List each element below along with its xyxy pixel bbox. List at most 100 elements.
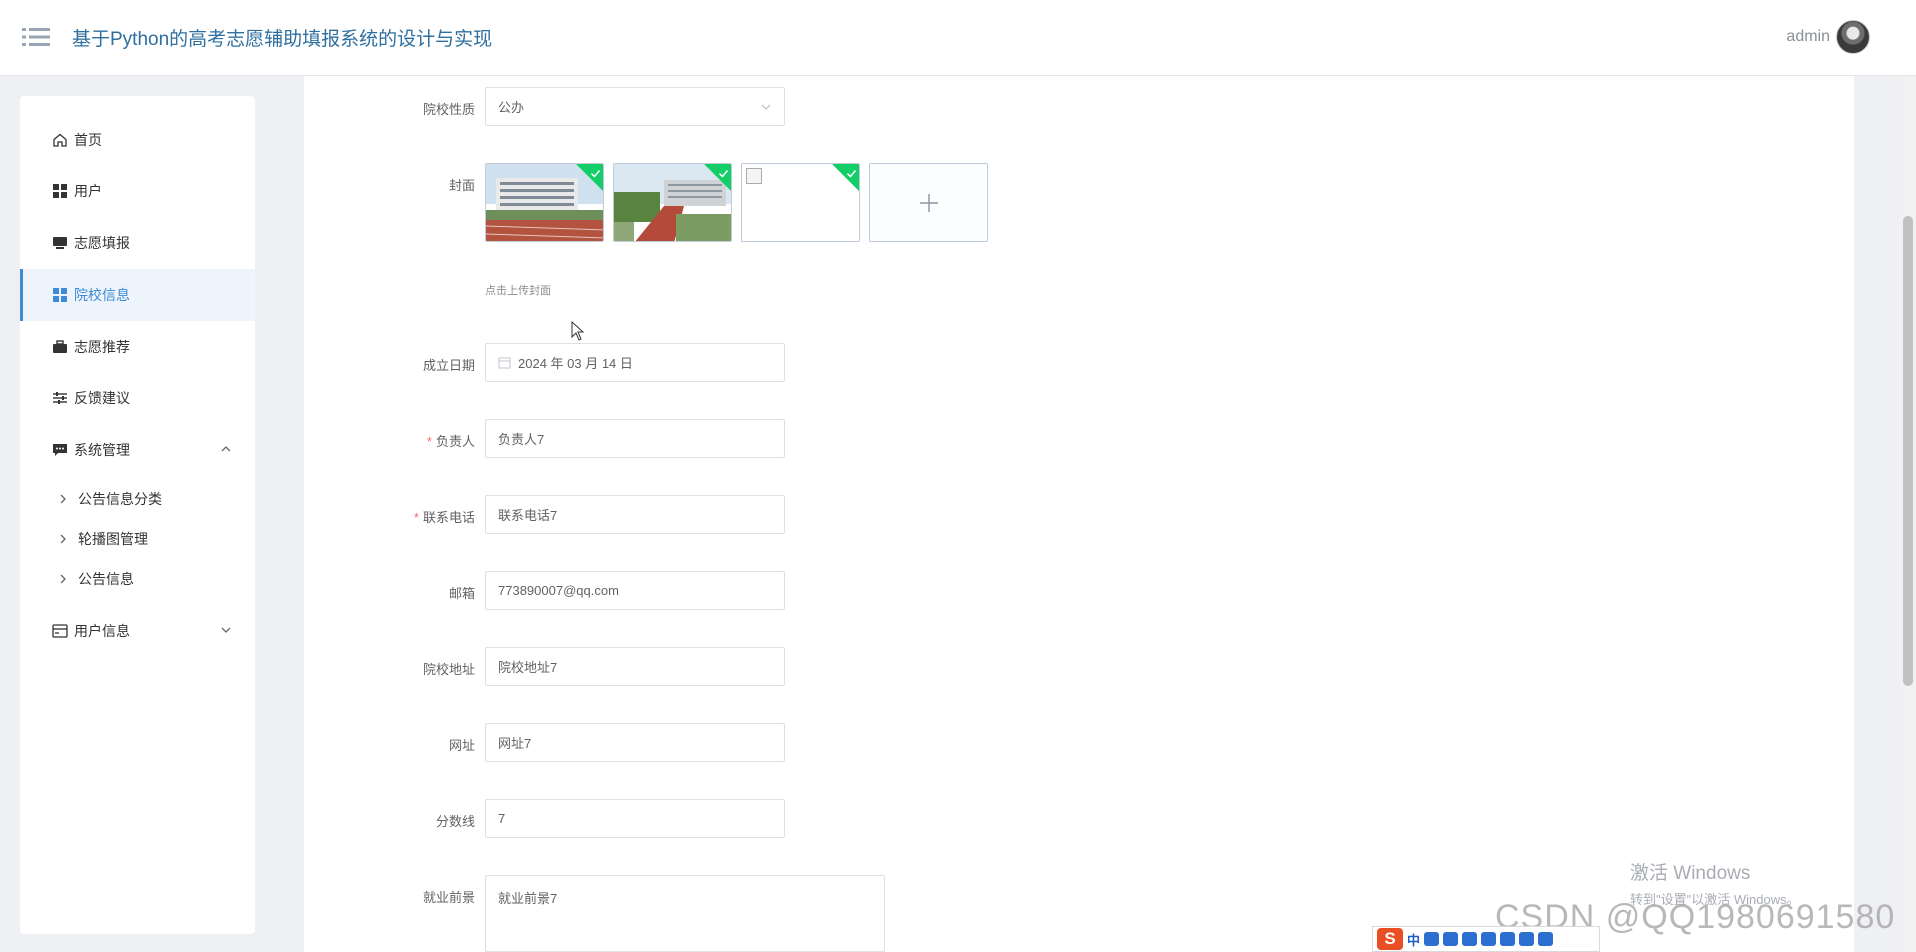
sidebar-item-home[interactable]: 首页	[20, 114, 255, 166]
upload-success-corner	[832, 164, 859, 193]
address-value: 院校地址7	[498, 660, 558, 675]
page-scrollbar[interactable]	[1900, 76, 1916, 952]
chevron-right-icon	[60, 494, 66, 504]
cover-upload-button[interactable]	[869, 163, 988, 242]
cover-image-2[interactable]	[613, 163, 732, 242]
settings-icon[interactable]	[1538, 932, 1554, 946]
menu-toggle-icon[interactable]	[22, 26, 50, 48]
score-input[interactable]: 7	[485, 799, 785, 838]
address-input[interactable]: 院校地址7	[485, 647, 785, 686]
sidebar-item-label: 院校信息	[74, 287, 130, 303]
monitor-icon	[52, 235, 68, 251]
leader-input[interactable]: 负责人7	[485, 419, 785, 458]
sidebar-item-college-info[interactable]: 院校信息	[20, 269, 255, 321]
cover-photo-2	[614, 164, 731, 241]
sidebar-item-label: 系统管理	[74, 442, 130, 458]
skin-icon[interactable]	[1481, 932, 1497, 946]
sidebar-subitem-notice[interactable]: 公告信息	[20, 559, 255, 599]
required-mark: *	[426, 434, 432, 449]
sidebar-item-application[interactable]: 志愿填报	[20, 217, 255, 269]
app-title: 基于Python的高考志愿辅助填报系统的设计与实现	[72, 29, 493, 50]
ime-language-toggle[interactable]: 中	[1407, 930, 1420, 949]
phone-input[interactable]: 联系电话7	[485, 495, 785, 534]
cover-image-3-broken[interactable]	[741, 163, 860, 242]
email-label: 邮箱	[448, 586, 475, 601]
chat-icon	[52, 442, 68, 458]
cover-label: 封面	[448, 178, 475, 193]
sidebar-item-recommend[interactable]: 志愿推荐	[20, 321, 255, 373]
user-avatar[interactable]	[1836, 20, 1870, 54]
card-icon	[52, 623, 68, 639]
site-input[interactable]: 网址7	[485, 723, 785, 762]
address-label: 院校地址	[422, 662, 475, 677]
top-header: 基于Python的高考志愿辅助填报系统的设计与实现 admin	[0, 0, 1916, 76]
toolbox-icon[interactable]	[1519, 932, 1535, 946]
scrollbar-thumb[interactable]	[1903, 216, 1913, 686]
prospect-label: 就业前景	[422, 890, 475, 905]
score-value: 7	[498, 811, 506, 826]
sidebar-item-user-info[interactable]: 用户信息	[20, 605, 255, 657]
chevron-right-icon	[60, 574, 66, 584]
chevron-down-icon	[761, 104, 771, 110]
sidebar-subitem-label: 公告信息分类	[78, 491, 162, 507]
score-label: 分数线	[435, 814, 475, 829]
ime-toolbar[interactable]: S 中	[1372, 926, 1600, 952]
phone-value: 联系电话7	[498, 508, 558, 523]
nature-value: 公办	[498, 100, 525, 115]
grid-icon	[52, 183, 68, 199]
microphone-icon[interactable]	[1443, 932, 1459, 946]
user-name[interactable]: admin	[1786, 28, 1830, 46]
sidebar-subitem-label: 轮播图管理	[78, 531, 148, 547]
sidebar-item-label: 反馈建议	[74, 390, 130, 406]
email-input[interactable]: 773890007@qq.com	[485, 571, 785, 610]
mouse-cursor-icon	[571, 321, 585, 341]
prospect-textarea[interactable]: 就业前景7	[485, 875, 885, 952]
broken-image-icon	[746, 168, 762, 184]
check-icon	[590, 170, 601, 178]
plus-icon	[919, 193, 938, 212]
cover-image-1[interactable]	[485, 163, 604, 242]
required-mark: *	[413, 510, 419, 525]
sidebar: 首页 用户 志愿填报 院校信息 志愿推荐 反馈建议 系统管理 公告信息分类 轮播…	[20, 96, 255, 934]
grid-icon	[52, 287, 68, 303]
windows-activation-title: 激活 Windows	[1630, 863, 1751, 884]
sidebar-item-label: 用户	[74, 183, 102, 199]
check-icon	[846, 170, 857, 178]
sidebar-item-users[interactable]: 用户	[20, 165, 255, 217]
site-value: 网址7	[498, 736, 532, 751]
nature-select[interactable]: 公办	[485, 87, 785, 126]
chevron-right-icon	[60, 534, 66, 544]
briefcase-icon	[52, 339, 68, 355]
keyboard-icon[interactable]	[1462, 932, 1478, 946]
leader-label: * 负责人	[426, 434, 475, 449]
sidebar-subitem-label: 公告信息	[78, 571, 134, 587]
calendar-icon	[498, 357, 511, 369]
prospect-value: 就业前景7	[498, 891, 558, 906]
punctuation-icon[interactable]	[1424, 932, 1440, 946]
sidebar-item-feedback[interactable]: 反馈建议	[20, 372, 255, 424]
check-icon	[718, 170, 729, 178]
date-label: 成立日期	[422, 358, 475, 373]
sidebar-subitem-carousel[interactable]: 轮播图管理	[20, 519, 255, 559]
sidebar-item-label: 首页	[74, 132, 102, 148]
cover-upload-hint: 点击上传封面	[485, 285, 551, 297]
sliders-icon	[52, 390, 68, 406]
leader-value: 负责人7	[498, 432, 545, 447]
sogou-logo-icon[interactable]: S	[1377, 928, 1403, 950]
sidebar-item-label: 志愿填报	[74, 235, 130, 251]
date-picker[interactable]: 2024 年 03 月 14 日	[485, 343, 785, 382]
sidebar-item-label: 志愿推荐	[74, 339, 130, 355]
chevron-down-icon	[221, 627, 231, 633]
sidebar-subitem-notice-category[interactable]: 公告信息分类	[20, 479, 255, 519]
cover-photo-1	[486, 164, 603, 241]
sidebar-item-system[interactable]: 系统管理	[20, 424, 255, 476]
game-icon[interactable]	[1500, 932, 1516, 946]
nature-label: 院校性质	[422, 102, 475, 117]
site-label: 网址	[448, 738, 475, 753]
email-value: 773890007@qq.com	[498, 583, 619, 598]
phone-label: * 联系电话	[413, 510, 475, 525]
chevron-up-icon	[221, 446, 231, 452]
date-value: 2024 年 03 月 14 日	[518, 356, 633, 371]
sidebar-item-label: 用户信息	[74, 623, 130, 639]
home-icon	[52, 132, 68, 148]
